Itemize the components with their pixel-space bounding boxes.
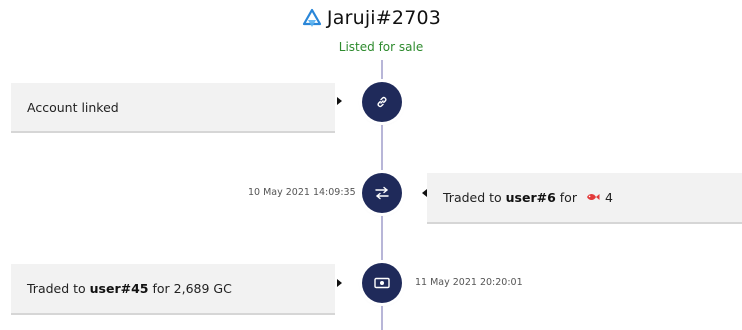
card-pointer [337, 279, 342, 287]
red-fish-icon [586, 190, 600, 205]
event-card-trade-user45: Traded to user#45 for 2,689 GC [11, 264, 335, 315]
event-timestamp: 10 May 2021 14:09:35 [248, 187, 356, 198]
swap-arrows-icon [374, 186, 390, 200]
user-link[interactable]: user#6 [506, 190, 556, 205]
timeline-node-cash [362, 263, 402, 303]
header: Jaruji#2703 [0, 6, 742, 29]
event-text-prefix: Traded to [443, 190, 506, 205]
event-card-account-linked: Account linked [11, 83, 335, 133]
event-card-trade-user6: Traded to user#6 for 4 [427, 173, 742, 224]
event-text-suffix: for 2,689 GC [148, 281, 232, 296]
link-icon [375, 95, 389, 109]
trade-price: 4 [604, 190, 613, 205]
blue-bolt-logo-icon [301, 7, 323, 29]
event-timestamp: 11 May 2021 20:20:01 [415, 277, 523, 288]
user-link[interactable]: user#45 [90, 281, 149, 296]
page-title: Jaruji#2703 [326, 6, 442, 29]
event-text: Account linked [27, 99, 119, 115]
status-text: Listed for sale [338, 40, 424, 54]
timeline-node-swap [362, 173, 402, 213]
event-text-prefix: Traded to [27, 281, 90, 296]
event-text-mid: for [555, 190, 581, 205]
timeline-node-link [362, 82, 402, 122]
cash-icon [374, 277, 390, 289]
card-pointer [337, 97, 342, 105]
